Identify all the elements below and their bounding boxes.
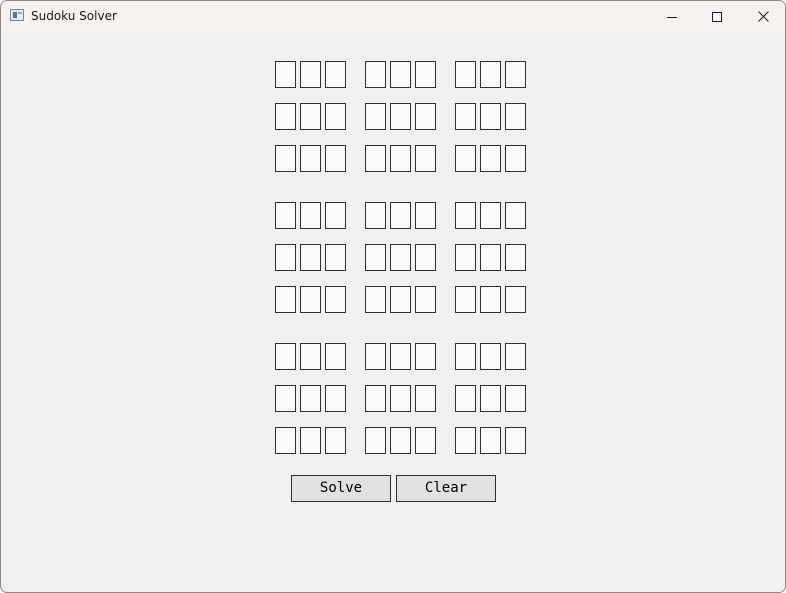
sudoku-cell-r8-c8[interactable] (480, 385, 501, 412)
sudoku-cell-r3-c4[interactable] (365, 145, 386, 172)
sudoku-cell-r6-c9[interactable] (505, 286, 526, 313)
sudoku-cell-r1-c1[interactable] (275, 61, 296, 88)
sudoku-cell-r5-c6[interactable] (415, 244, 436, 271)
sudoku-cell-r6-c4[interactable] (365, 286, 386, 313)
sudoku-cell-r8-c5[interactable] (390, 385, 411, 412)
sudoku-cell-r4-c1[interactable] (275, 202, 296, 229)
window-title: Sudoku Solver (31, 9, 117, 23)
sudoku-cell-r2-c6[interactable] (415, 103, 436, 130)
sudoku-cell-r9-c4[interactable] (365, 427, 386, 454)
sudoku-cell-r2-c8[interactable] (480, 103, 501, 130)
sudoku-cell-r3-c5[interactable] (390, 145, 411, 172)
sudoku-cell-r2-c7[interactable] (455, 103, 476, 130)
sudoku-cell-r6-c6[interactable] (415, 286, 436, 313)
sudoku-cell-r6-c8[interactable] (480, 286, 501, 313)
sudoku-cell-r2-c1[interactable] (275, 103, 296, 130)
sudoku-cell-r9-c3[interactable] (325, 427, 346, 454)
sudoku-cell-r8-c9[interactable] (505, 385, 526, 412)
maximize-button[interactable] (694, 1, 740, 32)
sudoku-cell-r6-c7[interactable] (455, 286, 476, 313)
sudoku-cell-r3-c6[interactable] (415, 145, 436, 172)
sudoku-cell-r4-c5[interactable] (390, 202, 411, 229)
sudoku-cell-r6-c1[interactable] (275, 286, 296, 313)
sudoku-cell-r2-c3[interactable] (325, 103, 346, 130)
sudoku-cell-r7-c8[interactable] (480, 343, 501, 370)
sudoku-cell-r5-c2[interactable] (300, 244, 321, 271)
sudoku-cell-r1-c5[interactable] (390, 61, 411, 88)
sudoku-cell-r7-c5[interactable] (390, 343, 411, 370)
sudoku-cell-r2-c4[interactable] (365, 103, 386, 130)
minimize-button[interactable] (649, 1, 695, 32)
sudoku-cell-r9-c2[interactable] (300, 427, 321, 454)
sudoku-cell-r8-c1[interactable] (275, 385, 296, 412)
sudoku-cell-r9-c9[interactable] (505, 427, 526, 454)
title-bar[interactable]: Sudoku Solver (1, 1, 785, 32)
sudoku-cell-r7-c9[interactable] (505, 343, 526, 370)
close-icon (757, 11, 769, 22)
sudoku-cell-r1-c9[interactable] (505, 61, 526, 88)
sudoku-cell-r7-c1[interactable] (275, 343, 296, 370)
maximize-icon (712, 11, 722, 22)
sudoku-cell-r5-c5[interactable] (390, 244, 411, 271)
sudoku-cell-r4-c4[interactable] (365, 202, 386, 229)
sudoku-cell-r2-c9[interactable] (505, 103, 526, 130)
sudoku-cell-r9-c8[interactable] (480, 427, 501, 454)
sudoku-cell-r1-c2[interactable] (300, 61, 321, 88)
sudoku-cell-r4-c7[interactable] (455, 202, 476, 229)
sudoku-cell-r1-c6[interactable] (415, 61, 436, 88)
sudoku-cell-r9-c6[interactable] (415, 427, 436, 454)
sudoku-cell-r8-c6[interactable] (415, 385, 436, 412)
sudoku-cell-r8-c2[interactable] (300, 385, 321, 412)
sudoku-cell-r4-c6[interactable] (415, 202, 436, 229)
sudoku-cell-r4-c2[interactable] (300, 202, 321, 229)
sudoku-cell-r5-c1[interactable] (275, 244, 296, 271)
sudoku-cell-r5-c3[interactable] (325, 244, 346, 271)
close-button[interactable] (740, 1, 785, 32)
minimize-icon (667, 16, 677, 18)
sudoku-cell-r1-c7[interactable] (455, 61, 476, 88)
sudoku-cell-r9-c7[interactable] (455, 427, 476, 454)
sudoku-cell-r1-c3[interactable] (325, 61, 346, 88)
sudoku-cell-r5-c4[interactable] (365, 244, 386, 271)
sudoku-cell-r2-c2[interactable] (300, 103, 321, 130)
sudoku-cell-r3-c3[interactable] (325, 145, 346, 172)
sudoku-cell-r4-c8[interactable] (480, 202, 501, 229)
sudoku-cell-r7-c4[interactable] (365, 343, 386, 370)
sudoku-cell-r3-c7[interactable] (455, 145, 476, 172)
sudoku-cell-r8-c4[interactable] (365, 385, 386, 412)
clear-button[interactable]: Clear (396, 475, 496, 502)
app-icon (10, 9, 24, 21)
sudoku-cell-r6-c2[interactable] (300, 286, 321, 313)
sudoku-cell-r2-c5[interactable] (390, 103, 411, 130)
sudoku-cell-r4-c9[interactable] (505, 202, 526, 229)
sudoku-cell-r7-c2[interactable] (300, 343, 321, 370)
sudoku-cell-r7-c6[interactable] (415, 343, 436, 370)
sudoku-grid (275, 61, 527, 456)
sudoku-cell-r3-c9[interactable] (505, 145, 526, 172)
sudoku-cell-r7-c7[interactable] (455, 343, 476, 370)
sudoku-cell-r3-c2[interactable] (300, 145, 321, 172)
sudoku-cell-r6-c5[interactable] (390, 286, 411, 313)
sudoku-cell-r3-c1[interactable] (275, 145, 296, 172)
sudoku-cell-r5-c9[interactable] (505, 244, 526, 271)
sudoku-cell-r4-c3[interactable] (325, 202, 346, 229)
solve-button[interactable]: Solve (291, 475, 391, 502)
sudoku-cell-r8-c3[interactable] (325, 385, 346, 412)
app-window: Sudoku Solver Solve Clear (0, 0, 786, 593)
sudoku-cell-r5-c8[interactable] (480, 244, 501, 271)
sudoku-cell-r9-c5[interactable] (390, 427, 411, 454)
sudoku-cell-r7-c3[interactable] (325, 343, 346, 370)
sudoku-cell-r9-c1[interactable] (275, 427, 296, 454)
sudoku-cell-r6-c3[interactable] (325, 286, 346, 313)
sudoku-cell-r1-c8[interactable] (480, 61, 501, 88)
sudoku-cell-r1-c4[interactable] (365, 61, 386, 88)
sudoku-cell-r3-c8[interactable] (480, 145, 501, 172)
sudoku-cell-r8-c7[interactable] (455, 385, 476, 412)
sudoku-cell-r5-c7[interactable] (455, 244, 476, 271)
